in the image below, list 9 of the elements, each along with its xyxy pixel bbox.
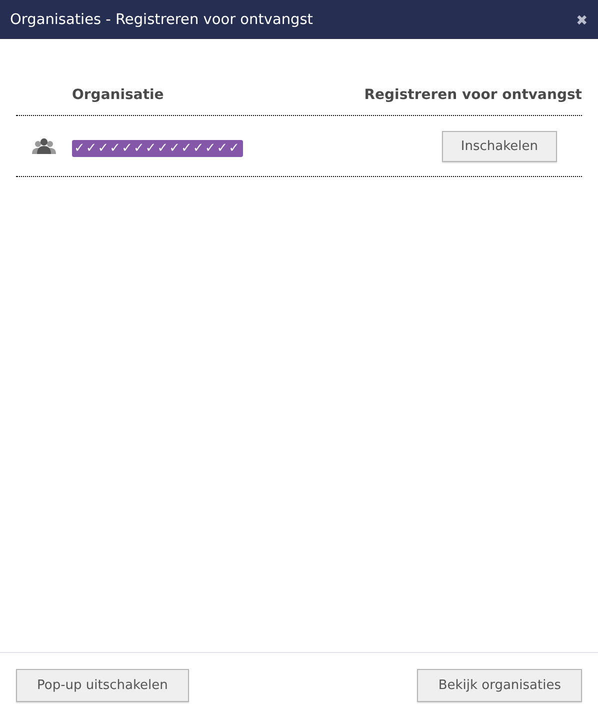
footer-button[interactable]: Pop-up uitschakelen (16, 669, 189, 702)
enable-button[interactable]: Inschakelen (442, 130, 557, 162)
group-icon (32, 137, 56, 155)
column-header: Registreren voor ontvangst (363, 87, 582, 103)
footer-button[interactable]: Bekijk organisaties (417, 669, 582, 702)
window-title: Organisaties - Registreren voor ontvangst (10, 12, 313, 28)
close-button[interactable]: ✖ (572, 12, 592, 28)
column-header: Organisatie (72, 87, 165, 103)
organization-name: ✓✓✓✓✓✓✓✓✓✓✓✓✓✓ (72, 140, 242, 156)
